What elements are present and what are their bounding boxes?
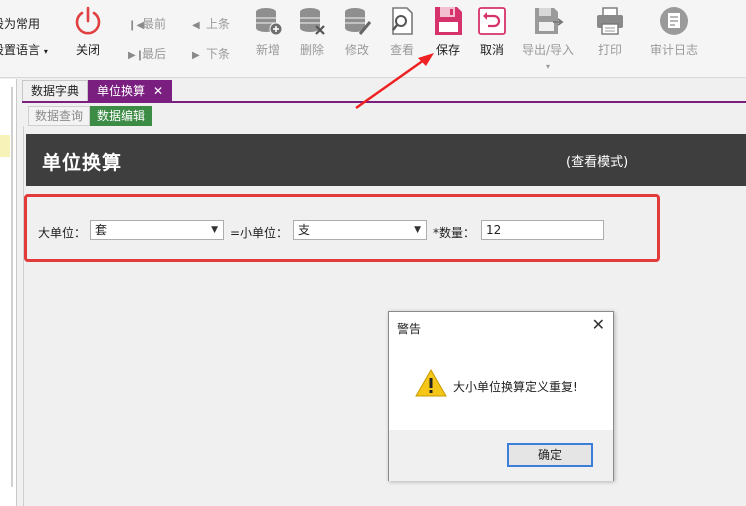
dialog-message: 大小单位换算定义重复! [453, 380, 578, 394]
big-unit-label: 大单位： [38, 226, 87, 240]
left-panel-scrollbar[interactable] [11, 87, 13, 487]
floppy-export-icon [535, 8, 564, 34]
warning-dialog: 警告 ✕ 大小单位换算定义重复! 确定 [388, 311, 614, 481]
left-menu: 设为常用 设置语言 ▾ [0, 14, 48, 66]
database-add-icon [256, 8, 283, 36]
floppy-save-icon [435, 7, 462, 35]
prev-icon: ◀ [192, 20, 200, 31]
big-unit-select[interactable]: 套 ▼ [90, 220, 224, 240]
small-unit-label: =小单位： [230, 226, 289, 240]
next-icon: ▶ [192, 50, 200, 61]
power-icon [75, 6, 101, 35]
subtab-data-query[interactable]: 数据查询 [28, 106, 91, 126]
undo-icon [478, 7, 506, 35]
dialog-footer: 确定 [389, 430, 613, 481]
view-button[interactable]: 查看 [378, 4, 426, 58]
nav-first-button[interactable]: ❙◀最前 [128, 15, 166, 32]
skip-back-icon: ❙◀ [128, 20, 145, 31]
quantity-label: *数量： [433, 226, 476, 240]
nav-last-button[interactable]: ▶❙最后 [128, 45, 166, 62]
tab-data-dictionary[interactable]: 数据字典 [22, 80, 89, 102]
dropdown-arrow-icon: ▼ [211, 225, 218, 235]
document-search-icon [392, 7, 413, 35]
page-title: 单位换算 [42, 152, 123, 174]
chevron-down-icon: ▾ [545, 62, 550, 71]
printer-icon [597, 7, 623, 35]
set-common-button[interactable]: 设为常用 [0, 14, 48, 40]
small-unit-select[interactable]: 支 ▼ [293, 220, 427, 240]
nav-next-button[interactable]: ▶ 下条 [192, 45, 230, 62]
database-delete-icon [300, 8, 325, 35]
skip-forward-icon: ▶❙ [128, 50, 145, 61]
page-header: 单位换算 (查看模式) [26, 134, 746, 186]
print-button[interactable]: 打印 [586, 4, 634, 58]
main-content: 单位换算 (查看模式) 大单位： 套 ▼ =小单位： 支 ▼ *数量： 12 [23, 126, 746, 506]
nav-prev-button[interactable]: ◀ 上条 [192, 15, 230, 32]
cancel-button[interactable]: 取消 [468, 4, 516, 58]
set-language-button[interactable]: 设置语言 ▾ [0, 40, 48, 66]
left-panel [0, 79, 17, 506]
close-icon[interactable]: ✕ [592, 315, 605, 334]
warning-icon [415, 368, 447, 397]
save-button[interactable]: 保存 [424, 4, 472, 58]
tab-underline [22, 101, 746, 103]
dialog-title: 警告 [397, 322, 422, 336]
left-panel-highlight [0, 135, 10, 157]
tab-unit-conversion[interactable]: 单位换算 ✕ [88, 80, 173, 102]
database-edit-icon [345, 8, 372, 35]
dropdown-arrow-icon: ▼ [414, 225, 421, 235]
conversion-form: 大单位： 套 ▼ =小单位： 支 ▼ *数量： 12 [24, 194, 660, 262]
add-button[interactable]: 新增 [244, 4, 292, 58]
mode-indicator: (查看模式) [566, 155, 629, 170]
ok-button[interactable]: 确定 [507, 443, 593, 467]
audit-log-button[interactable]: 审计日志 [650, 4, 698, 58]
export-import-button[interactable]: 导出/导入 ▾ [522, 4, 574, 72]
close-icon[interactable]: ✕ [153, 84, 163, 98]
toolbar: 设为常用 设置语言 ▾ 关闭 ❙◀最前 ◀上条 ▶❙最后 ▶下条 新增 [0, 0, 746, 78]
chevron-down-icon: ▾ [43, 47, 48, 56]
subtab-data-edit[interactable]: 数据编辑 [90, 106, 153, 126]
close-button[interactable]: 关闭 [64, 4, 112, 58]
modify-button[interactable]: 修改 [333, 4, 381, 58]
audit-log-icon [660, 7, 688, 35]
quantity-input[interactable]: 12 [481, 220, 604, 240]
delete-button[interactable]: 删除 [288, 4, 336, 58]
